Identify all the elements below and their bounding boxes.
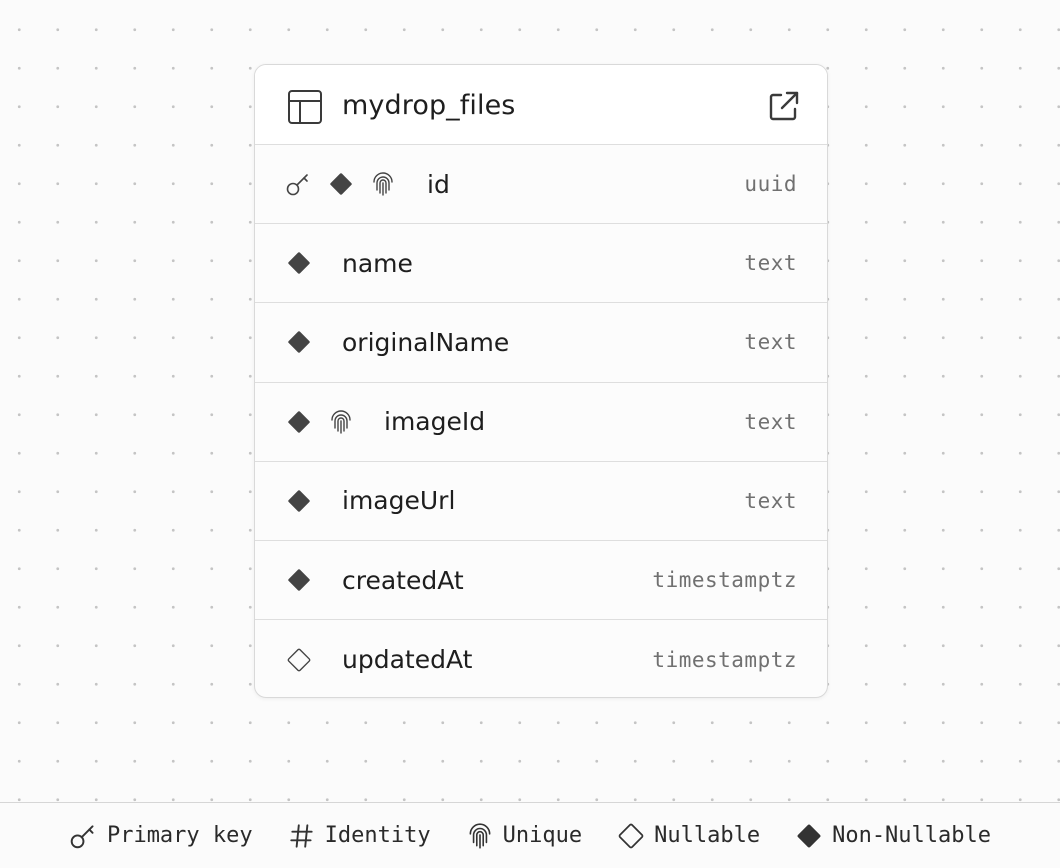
non-nullable-icon [288,252,310,274]
column-type: text [744,330,797,355]
table-name: mydrop_files [342,90,516,121]
key-icon [70,824,94,848]
non-nullable-icon [288,569,310,591]
column-row-imageid[interactable]: imageId text [255,383,827,462]
column-type: uuid [744,172,797,197]
key-icon [286,174,308,196]
nullable-icon [618,823,644,848]
column-row-id[interactable]: id uuid [255,145,827,225]
unique-icon [373,172,393,196]
column-row-updatedat[interactable]: updatedAt timestamptz [255,620,827,697]
external-link-icon[interactable] [767,89,801,123]
column-name: imageUrl [342,486,456,516]
legend-bar: Primary key Identity Unique Nullable Non… [0,802,1060,868]
table-header: mydrop_files [255,65,827,145]
legend-unique: Unique [465,821,582,851]
column-name: name [342,248,413,278]
column-type: text [744,409,797,434]
legend-primary-key: Primary key [69,821,253,851]
column-type: timestamptz [652,568,797,593]
legend-label: Unique [502,823,583,848]
column-row-name[interactable]: name text [255,224,827,304]
column-name: id [427,169,450,199]
legend-label: Primary key [106,823,253,848]
column-name: createdAt [342,565,464,595]
legend-non-nullable: Non-Nullable [794,821,991,851]
column-name: originalName [342,327,510,357]
schema-canvas[interactable]: mydrop_files id uuid name text originalN… [0,0,1060,802]
non-nullable-icon [330,173,352,195]
unique-icon [469,822,491,849]
column-row-createdat[interactable]: createdAt timestamptz [255,541,827,621]
column-type: text [744,488,797,513]
column-row-imageurl[interactable]: imageUrl text [255,462,827,541]
column-type: timestamptz [652,647,797,672]
legend-identity: Identity [287,821,431,851]
hash-icon [289,823,313,848]
unique-icon [331,409,351,434]
nullable-icon [287,648,311,672]
legend-label: Nullable [654,823,761,848]
non-nullable-icon [288,490,310,512]
legend-label: Non-Nullable [832,823,992,848]
column-list: id uuid name text originalName text imag… [255,145,827,697]
column-row-originalname[interactable]: originalName text [255,303,827,383]
non-nullable-icon [797,824,821,847]
non-nullable-icon [288,410,310,433]
column-name: imageId [384,407,486,437]
table-node[interactable]: mydrop_files id uuid name text originalN… [254,64,828,698]
legend-nullable: Nullable [616,821,760,851]
legend-label: Identity [324,823,431,848]
table-icon [288,90,322,124]
non-nullable-icon [288,331,310,354]
column-type: text [744,251,797,276]
column-name: updatedAt [342,645,473,675]
